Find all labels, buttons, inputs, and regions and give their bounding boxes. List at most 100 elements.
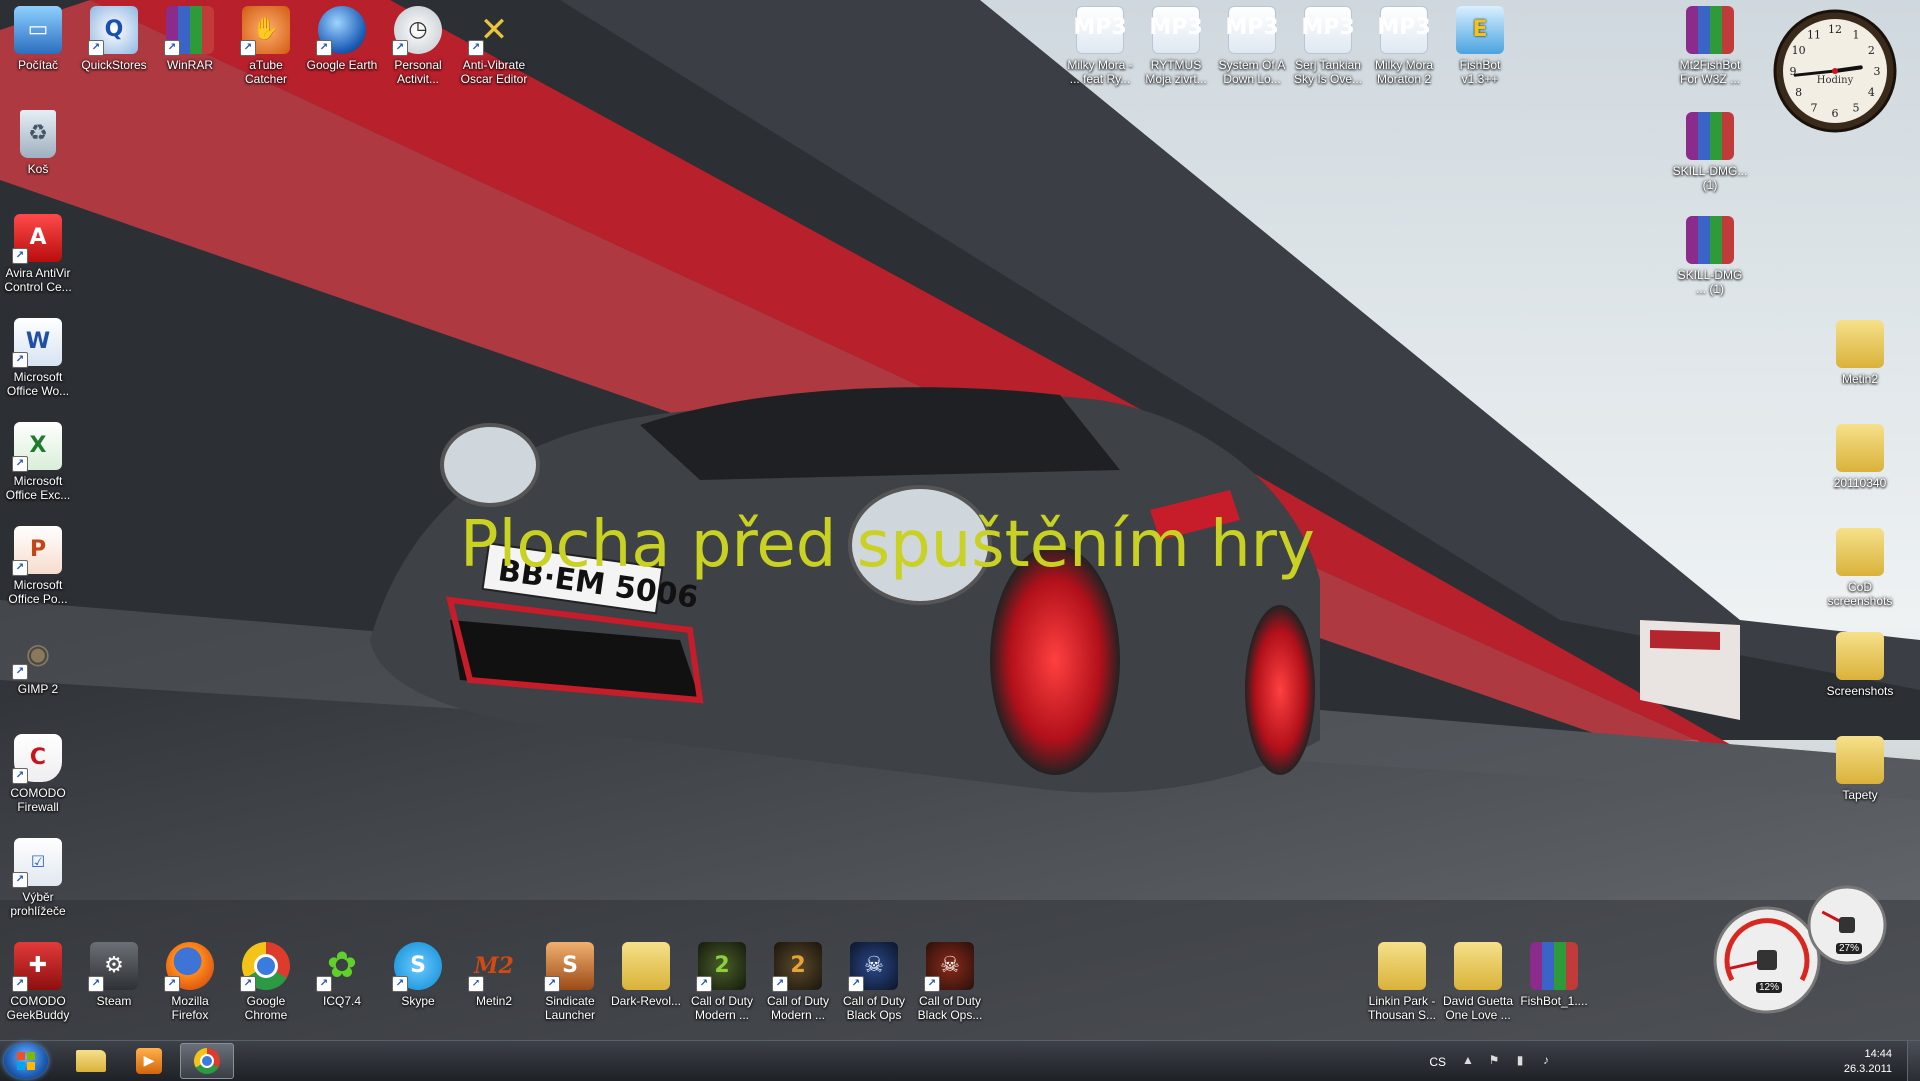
folder-icon xyxy=(1836,320,1884,368)
taskbar-media-player[interactable]: ▶ xyxy=(122,1043,176,1079)
icon-label: GIMP 2 xyxy=(17,682,59,696)
metin2-icon: M2 ↗ xyxy=(468,942,518,992)
desktop-icon-skill-dmg-1[interactable]: SKILL-DMG... (1) xyxy=(1672,112,1748,192)
desktop-icon-recycle-bin[interactable]: ♻ Koš xyxy=(0,110,76,176)
desktop-icon-cod-screenshots-folder[interactable]: CoD screenshots xyxy=(1822,528,1898,608)
desktop-icon-powerpoint[interactable]: P ↗ Microsoft Office Po... xyxy=(0,526,76,606)
gimp-icon: ◉ ↗ xyxy=(12,630,62,680)
clock-numeral: 8 xyxy=(1795,86,1802,99)
desktop-icon-cod-black-ops-a[interactable]: ☠ ↗ Call of Duty Black Ops xyxy=(836,942,912,1022)
icon-label: Microsoft Office Wo... xyxy=(6,370,70,398)
folder-icon xyxy=(1836,632,1884,680)
clock-tray[interactable]: 14:44 26.3.2011 xyxy=(1832,1047,1892,1077)
desktop-icon-mt2fishbot[interactable]: Mt2FishBot For W3Z ... xyxy=(1672,6,1748,86)
desktop-icon-mp3-2[interactable]: MP3 RYTMUS Moja zivrt... xyxy=(1138,6,1214,86)
icon-label: FishBot v1.3++ xyxy=(1459,58,1501,86)
skype-icon: S ↗ xyxy=(392,942,442,992)
memory-percent-readout: 27% xyxy=(1836,943,1863,954)
desktop-icon-icq[interactable]: ✿ ↗ ICQ7.4 xyxy=(304,942,380,1008)
desktop-icon-linkin-park-folder[interactable]: Linkin Park - Thousan S... xyxy=(1364,942,1440,1022)
network-icon[interactable]: ▮ xyxy=(1512,1053,1528,1069)
desktop-icon-atube-catcher[interactable]: ✋ ↗ aTube Catcher xyxy=(228,6,304,86)
desktop-icon-mp3-3[interactable]: MP3 System Of A Down Lo... xyxy=(1214,6,1290,86)
desktop-icon-tapety-folder[interactable]: Tapety xyxy=(1822,736,1898,802)
clock-numeral: 3 xyxy=(1874,65,1881,78)
clock-label: Hodiny xyxy=(1817,75,1854,86)
volume-icon[interactable]: ♪ xyxy=(1538,1053,1554,1069)
icon-label: Linkin Park - Thousan S... xyxy=(1367,994,1437,1022)
show-hidden-icons-icon[interactable]: ▲ xyxy=(1460,1053,1476,1069)
desktop-icon-fishbot[interactable]: E FishBot v1.3++ xyxy=(1442,6,1518,86)
icon-label: COMODO GeekBuddy xyxy=(6,994,70,1022)
desktop-icon-quickstores[interactable]: Q ↗ QuickStores xyxy=(76,6,152,72)
desktop-icon-mp3-1[interactable]: MP3 Milky Mora - ... feat Ry... xyxy=(1062,6,1138,86)
cpu-percent-readout: 12% xyxy=(1756,982,1783,993)
icon-label: SKILL-DMG... (1) xyxy=(1672,164,1748,192)
desktop-icon-steam[interactable]: ⚙ ↗ Steam xyxy=(76,942,152,1008)
desktop-icon-browser-choice[interactable]: ☑ ↗ Výběr prohlížeče xyxy=(0,838,76,918)
icon-label: Mozilla Firefox xyxy=(171,994,209,1022)
icon-label: David Guetta One Love ... xyxy=(1442,994,1514,1022)
icon-label: Google Chrome xyxy=(244,994,288,1022)
clock-numeral: 12 xyxy=(1828,23,1842,36)
clock-gadget[interactable]: 1 2 3 4 5 6 7 8 9 10 11 12 Hodiny xyxy=(1772,8,1898,134)
desktop-icon-cod-mw2-a[interactable]: 2 ↗ Call of Duty Modern ... xyxy=(684,942,760,1022)
desktop-icon-winrar[interactable]: ↗ WinRAR xyxy=(152,6,228,72)
cpu-meter-gadget[interactable]: 12% 27% xyxy=(1712,880,1892,1020)
desktop-icon-mp3-5[interactable]: MP3 Milky Mora Moraton 2 xyxy=(1366,6,1442,86)
desktop-icon-mp3-4[interactable]: MP3 Serj Tankian Sky Is Ove... xyxy=(1290,6,1366,86)
clock-numeral: 5 xyxy=(1853,101,1860,114)
desktop-icon-chrome[interactable]: ↗ Google Chrome xyxy=(228,942,304,1022)
desktop-icon-skill-dmg-2[interactable]: SKILL-DMG ... (1) xyxy=(1672,216,1748,296)
personal-activity-icon: ◷ ↗ xyxy=(392,6,442,56)
desktop-icon-metin2-folder[interactable]: Metin2 xyxy=(1822,320,1898,386)
desktop-icon-fishbot-archive[interactable]: FishBot_1.... xyxy=(1516,942,1592,1008)
desktop-icon-firefox[interactable]: ↗ Mozilla Firefox xyxy=(152,942,228,1022)
taskbar-windows-explorer[interactable] xyxy=(64,1043,118,1079)
desktop-icon-screenshots-folder[interactable]: Screenshots xyxy=(1822,632,1898,698)
excel-icon: X ↗ xyxy=(12,422,62,472)
folder-icon xyxy=(622,942,670,990)
action-center-flag-icon[interactable]: ⚑ xyxy=(1486,1053,1502,1069)
icon-label: Sindicate Launcher xyxy=(544,994,596,1022)
desktop-icon-20110340-folder[interactable]: 20110340 xyxy=(1822,424,1898,490)
desktop-icon-cod-black-ops-b[interactable]: ☠ ↗ Call of Duty Black Ops... xyxy=(912,942,988,1022)
icon-label: Personal Activit... xyxy=(394,58,442,86)
mp3-file-icon: MP3 xyxy=(1301,6,1355,54)
desktop-icon-sindicate-launcher[interactable]: S ↗ Sindicate Launcher xyxy=(532,942,608,1022)
desktop-icon-word[interactable]: W ↗ Microsoft Office Wo... xyxy=(0,318,76,398)
desktop-icon-geekbuddy[interactable]: ✚ ↗ COMODO GeekBuddy xyxy=(0,942,76,1022)
browser-choice-icon: ☑ ↗ xyxy=(12,838,62,888)
icon-label: Microsoft Office Exc... xyxy=(5,474,71,502)
desktop-icon-oscar-editor[interactable]: ✕ ↗ Anti-Vibrate Oscar Editor xyxy=(456,6,532,86)
desktop-icon-avira[interactable]: A ↗ Avira AntiVir Control Ce... xyxy=(0,214,76,294)
icon-label: Metin2 xyxy=(1841,372,1879,386)
desktop-icon-personal-activity[interactable]: ◷ ↗ Personal Activit... xyxy=(380,6,456,86)
icon-label: COMODO Firewall xyxy=(10,786,66,814)
google-earth-icon: ↗ xyxy=(316,6,366,56)
clock-numeral: 2 xyxy=(1868,44,1875,57)
clock-numeral: 7 xyxy=(1811,101,1818,114)
fishbot-icon: E xyxy=(1456,6,1504,54)
desktop-icon-computer[interactable]: ▭ Počítač xyxy=(0,6,76,72)
icon-label: ICQ7.4 xyxy=(322,994,361,1008)
desktop-icon-cod-mw2-b[interactable]: 2 ↗ Call of Duty Modern ... xyxy=(760,942,836,1022)
atube-catcher-icon: ✋ ↗ xyxy=(240,6,290,56)
desktop-icon-comodo-firewall[interactable]: C ↗ COMODO Firewall xyxy=(0,734,76,814)
desktop-icon-google-earth[interactable]: ↗ Google Earth xyxy=(304,6,380,72)
show-desktop-button[interactable] xyxy=(1907,1041,1920,1081)
language-indicator[interactable]: CS xyxy=(1429,1055,1446,1069)
desktop-icon-david-guetta-folder[interactable]: David Guetta One Love ... xyxy=(1440,942,1516,1022)
oscar-editor-icon: ✕ ↗ xyxy=(468,6,518,56)
start-button[interactable] xyxy=(4,1043,48,1079)
taskbar-google-chrome[interactable] xyxy=(180,1043,234,1079)
desktop-icon-gimp[interactable]: ◉ ↗ GIMP 2 xyxy=(0,630,76,696)
desktop-icon-skype[interactable]: S ↗ Skype xyxy=(380,942,456,1008)
desktop-icon-metin2[interactable]: M2 ↗ Metin2 xyxy=(456,942,532,1008)
desktop-icon-dark-revol-folder[interactable]: Dark-Revol... xyxy=(608,942,684,1008)
winrar-archive-icon xyxy=(1530,942,1578,990)
firefox-icon: ↗ xyxy=(164,942,214,992)
chrome-icon xyxy=(194,1048,220,1074)
icon-label: Serj Tankian Sky Is Ove... xyxy=(1293,58,1362,86)
desktop-icon-excel[interactable]: X ↗ Microsoft Office Exc... xyxy=(0,422,76,502)
